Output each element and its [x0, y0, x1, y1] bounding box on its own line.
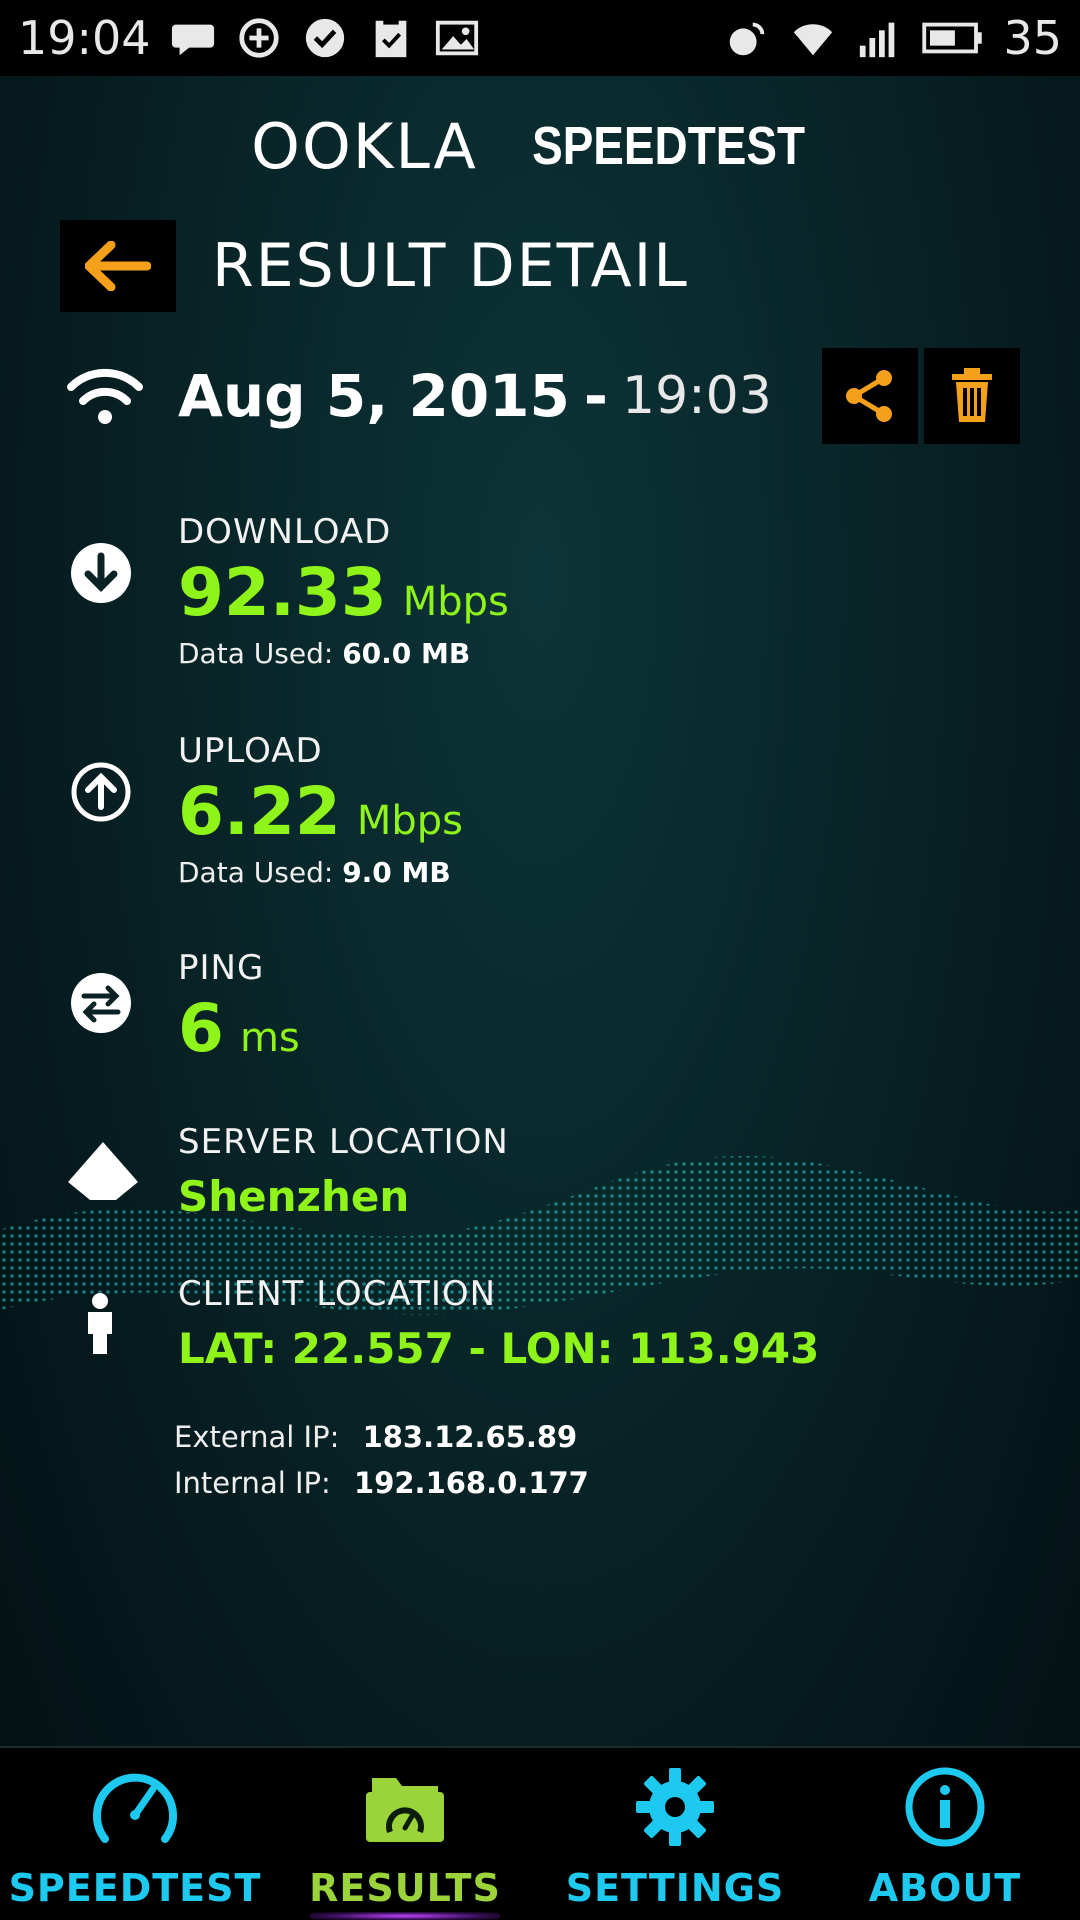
- sync-notification-icon: [235, 14, 283, 62]
- result-date-row: Aug 5, 2015 - 19:03: [60, 348, 1020, 444]
- results-folder-icon: [366, 1778, 444, 1842]
- delete-button[interactable]: [924, 348, 1020, 444]
- active-tab-indicator: [310, 1912, 500, 1920]
- nav-results[interactable]: RESULTS: [270, 1748, 540, 1920]
- bottom-navigation: SPEEDTEST RESULTS SETTINGS ABOUT: [0, 1746, 1080, 1920]
- ping-exchange-icon: [71, 973, 131, 1033]
- server-diamond-icon: [68, 1142, 138, 1200]
- share-icon: [846, 370, 892, 422]
- nav-about[interactable]: ABOUT: [810, 1748, 1080, 1920]
- ookla-speedtest-logo: OOKLA SPEEDTEST: [0, 106, 1080, 186]
- trash-icon: [952, 368, 992, 422]
- download-data-used-value: 60.0 MB: [342, 637, 471, 670]
- nav-results-label: RESULTS: [309, 1866, 501, 1910]
- result-actions: [822, 348, 1020, 444]
- speedometer-icon: [93, 1773, 177, 1843]
- server-location-label: SERVER LOCATION: [178, 1122, 509, 1162]
- download-unit: Mbps: [402, 579, 509, 625]
- external-ip-row: External IP: 183.12.65.89: [174, 1414, 589, 1460]
- ip-info: External IP: 183.12.65.89 Internal IP: 1…: [174, 1414, 589, 1506]
- page-title: RESULT DETAIL: [212, 231, 689, 301]
- share-button[interactable]: [822, 348, 918, 444]
- signal-4g-icon: [855, 14, 903, 62]
- upload-unit: Mbps: [356, 798, 463, 844]
- internal-ip-value: 192.168.0.177: [354, 1466, 589, 1500]
- nav-speedtest-label: SPEEDTEST: [8, 1866, 262, 1910]
- wifi-status-icon: [789, 14, 837, 62]
- download-value: 92.33: [178, 554, 387, 631]
- result-date: Aug 5, 2015: [178, 362, 570, 430]
- info-icon: [905, 1767, 985, 1847]
- gear-icon: [636, 1768, 714, 1846]
- nfc-icon: [723, 14, 771, 62]
- chat-notification-icon: [169, 14, 217, 62]
- back-arrow-icon: [85, 241, 151, 291]
- logo-brand: OOKLA: [251, 109, 478, 183]
- ping-value: 6: [178, 990, 224, 1067]
- back-button[interactable]: [60, 220, 176, 312]
- nav-about-label: ABOUT: [868, 1866, 1022, 1910]
- download-label: DOWNLOAD: [178, 512, 392, 552]
- external-ip-value: 183.12.65.89: [362, 1420, 578, 1454]
- upload-value: 6.22: [178, 773, 341, 850]
- upload-arrow-icon: [71, 762, 131, 822]
- upload-label: UPLOAD: [178, 731, 323, 771]
- date-separator: -: [583, 362, 608, 430]
- internal-ip-row: Internal IP: 192.168.0.177: [174, 1460, 589, 1506]
- download-data-used-label: Data Used:: [178, 637, 334, 670]
- download-data-used: Data Used: 60.0 MB: [178, 637, 978, 670]
- upload-data-used: Data Used: 9.0 MB: [178, 856, 978, 889]
- battery-icon: [921, 14, 985, 62]
- nav-speedtest[interactable]: SPEEDTEST: [0, 1748, 270, 1920]
- wifi-connection-icon: [60, 361, 150, 431]
- external-ip-label: External IP:: [174, 1420, 340, 1454]
- server-location-value: Shenzhen: [178, 1172, 410, 1221]
- person-icon: [88, 1293, 112, 1354]
- status-bar: 19:04 35: [0, 0, 1080, 76]
- upload-data-used-value: 9.0 MB: [342, 856, 451, 889]
- clipboard-notification-icon: [367, 14, 415, 62]
- logo-product: SPEEDTEST: [531, 116, 805, 176]
- client-location-label: CLIENT LOCATION: [178, 1274, 497, 1314]
- client-location-value: LAT: 22.557 - LON: 113.943: [178, 1324, 820, 1373]
- result-time: 19:03: [621, 366, 772, 426]
- ping-unit: ms: [239, 1015, 300, 1061]
- nav-settings-label: SETTINGS: [565, 1866, 785, 1910]
- image-notification-icon: [433, 14, 481, 62]
- page-header: RESULT DETAIL: [60, 220, 689, 312]
- ping-label: PING: [178, 948, 265, 988]
- nav-settings[interactable]: SETTINGS: [540, 1748, 810, 1920]
- internal-ip-label: Internal IP:: [174, 1466, 331, 1500]
- upload-data-used-label: Data Used:: [178, 856, 334, 889]
- status-time: 19:04: [18, 11, 151, 65]
- battery-level: 35: [1003, 11, 1062, 65]
- check-notification-icon: [301, 14, 349, 62]
- download-arrow-icon: [71, 543, 131, 603]
